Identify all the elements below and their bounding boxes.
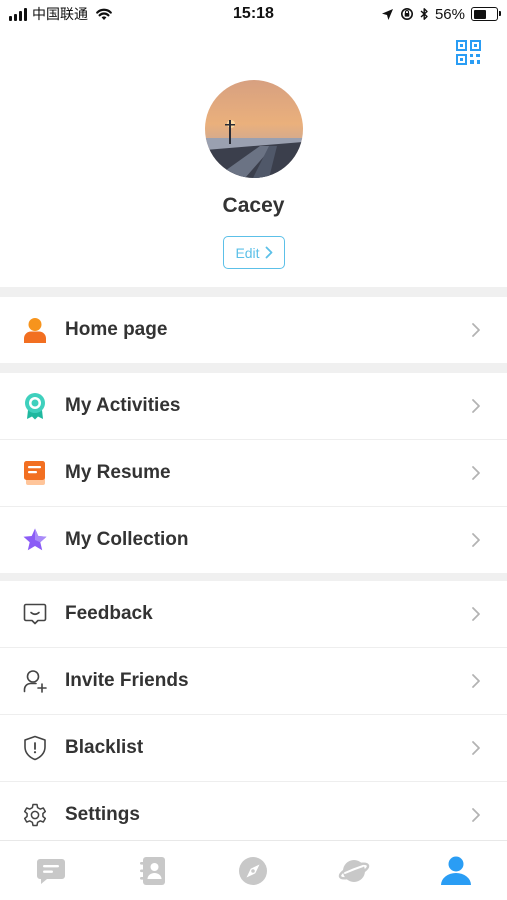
- tab-bar: [0, 840, 507, 900]
- tab-discover[interactable]: [237, 855, 269, 887]
- compass-icon: [239, 857, 267, 885]
- shield-icon: [22, 735, 48, 761]
- menu-item-settings[interactable]: Settings: [0, 782, 507, 848]
- medal-icon: [22, 393, 48, 420]
- person-icon: [22, 317, 48, 343]
- chevron-right-icon: [472, 399, 480, 413]
- menu-item-my-resume[interactable]: My Resume: [0, 440, 507, 506]
- chevron-right-icon: [472, 808, 480, 822]
- menu-item-label: Blacklist: [65, 737, 144, 758]
- edit-profile-button[interactable]: Edit: [223, 236, 285, 269]
- menu-item-label: My Activities: [65, 395, 181, 416]
- chevron-right-icon: [472, 466, 480, 480]
- menu-item-label: My Resume: [65, 462, 171, 483]
- tab-profile[interactable]: [440, 855, 472, 887]
- resume-icon: [22, 460, 48, 486]
- contacts-icon: [140, 857, 165, 885]
- menu-item-label: Settings: [65, 804, 140, 825]
- status-bar: 中国联通 15:18 56%: [0, 0, 507, 30]
- section-separator: [0, 573, 507, 581]
- menu-item-blacklist[interactable]: Blacklist: [0, 715, 507, 781]
- location-arrow-icon: [381, 8, 393, 20]
- tab-messages[interactable]: [35, 855, 67, 887]
- avatar[interactable]: [205, 80, 303, 178]
- battery-percent: 56%: [434, 5, 465, 23]
- battery-level: [473, 9, 486, 19]
- chevron-right-icon: [472, 607, 480, 621]
- menu-item-label: Feedback: [65, 603, 153, 624]
- qr-code-icon[interactable]: [456, 40, 481, 65]
- chat-icon: [37, 859, 65, 884]
- menu-item-my-activities[interactable]: My Activities: [0, 373, 507, 439]
- chevron-right-icon: [472, 674, 480, 688]
- star-icon: [22, 527, 48, 553]
- feedback-icon: [22, 601, 48, 627]
- avatar-photo: [205, 80, 303, 178]
- chevron-right-icon: [472, 533, 480, 547]
- tab-contacts[interactable]: [137, 855, 169, 887]
- section-separator: [0, 363, 507, 373]
- menu-item-label: My Collection: [65, 529, 189, 550]
- add-user-icon: [22, 668, 48, 694]
- profile-icon: [441, 856, 471, 885]
- battery-icon: [471, 7, 501, 21]
- section-separator: [0, 287, 507, 297]
- gear-icon: [22, 802, 48, 828]
- menu-item-feedback[interactable]: Feedback: [0, 581, 507, 647]
- chevron-right-icon: [472, 741, 480, 755]
- profile-name: Cacey: [222, 194, 285, 217]
- menu-item-home-page[interactable]: Home page: [0, 297, 507, 363]
- bluetooth-icon: [420, 8, 428, 20]
- chevron-right-icon: [265, 246, 272, 259]
- menu-item-label: Invite Friends: [65, 670, 189, 691]
- chevron-right-icon: [472, 323, 480, 337]
- tab-explore[interactable]: [338, 855, 370, 887]
- orientation-lock-icon: [400, 8, 413, 20]
- status-right: 56%: [381, 5, 501, 23]
- menu-item-invite-friends[interactable]: Invite Friends: [0, 648, 507, 714]
- planet-icon: [338, 860, 370, 882]
- menu-item-my-collection[interactable]: My Collection: [0, 507, 507, 573]
- edit-label: Edit: [235, 244, 260, 261]
- menu-item-label: Home page: [65, 319, 168, 340]
